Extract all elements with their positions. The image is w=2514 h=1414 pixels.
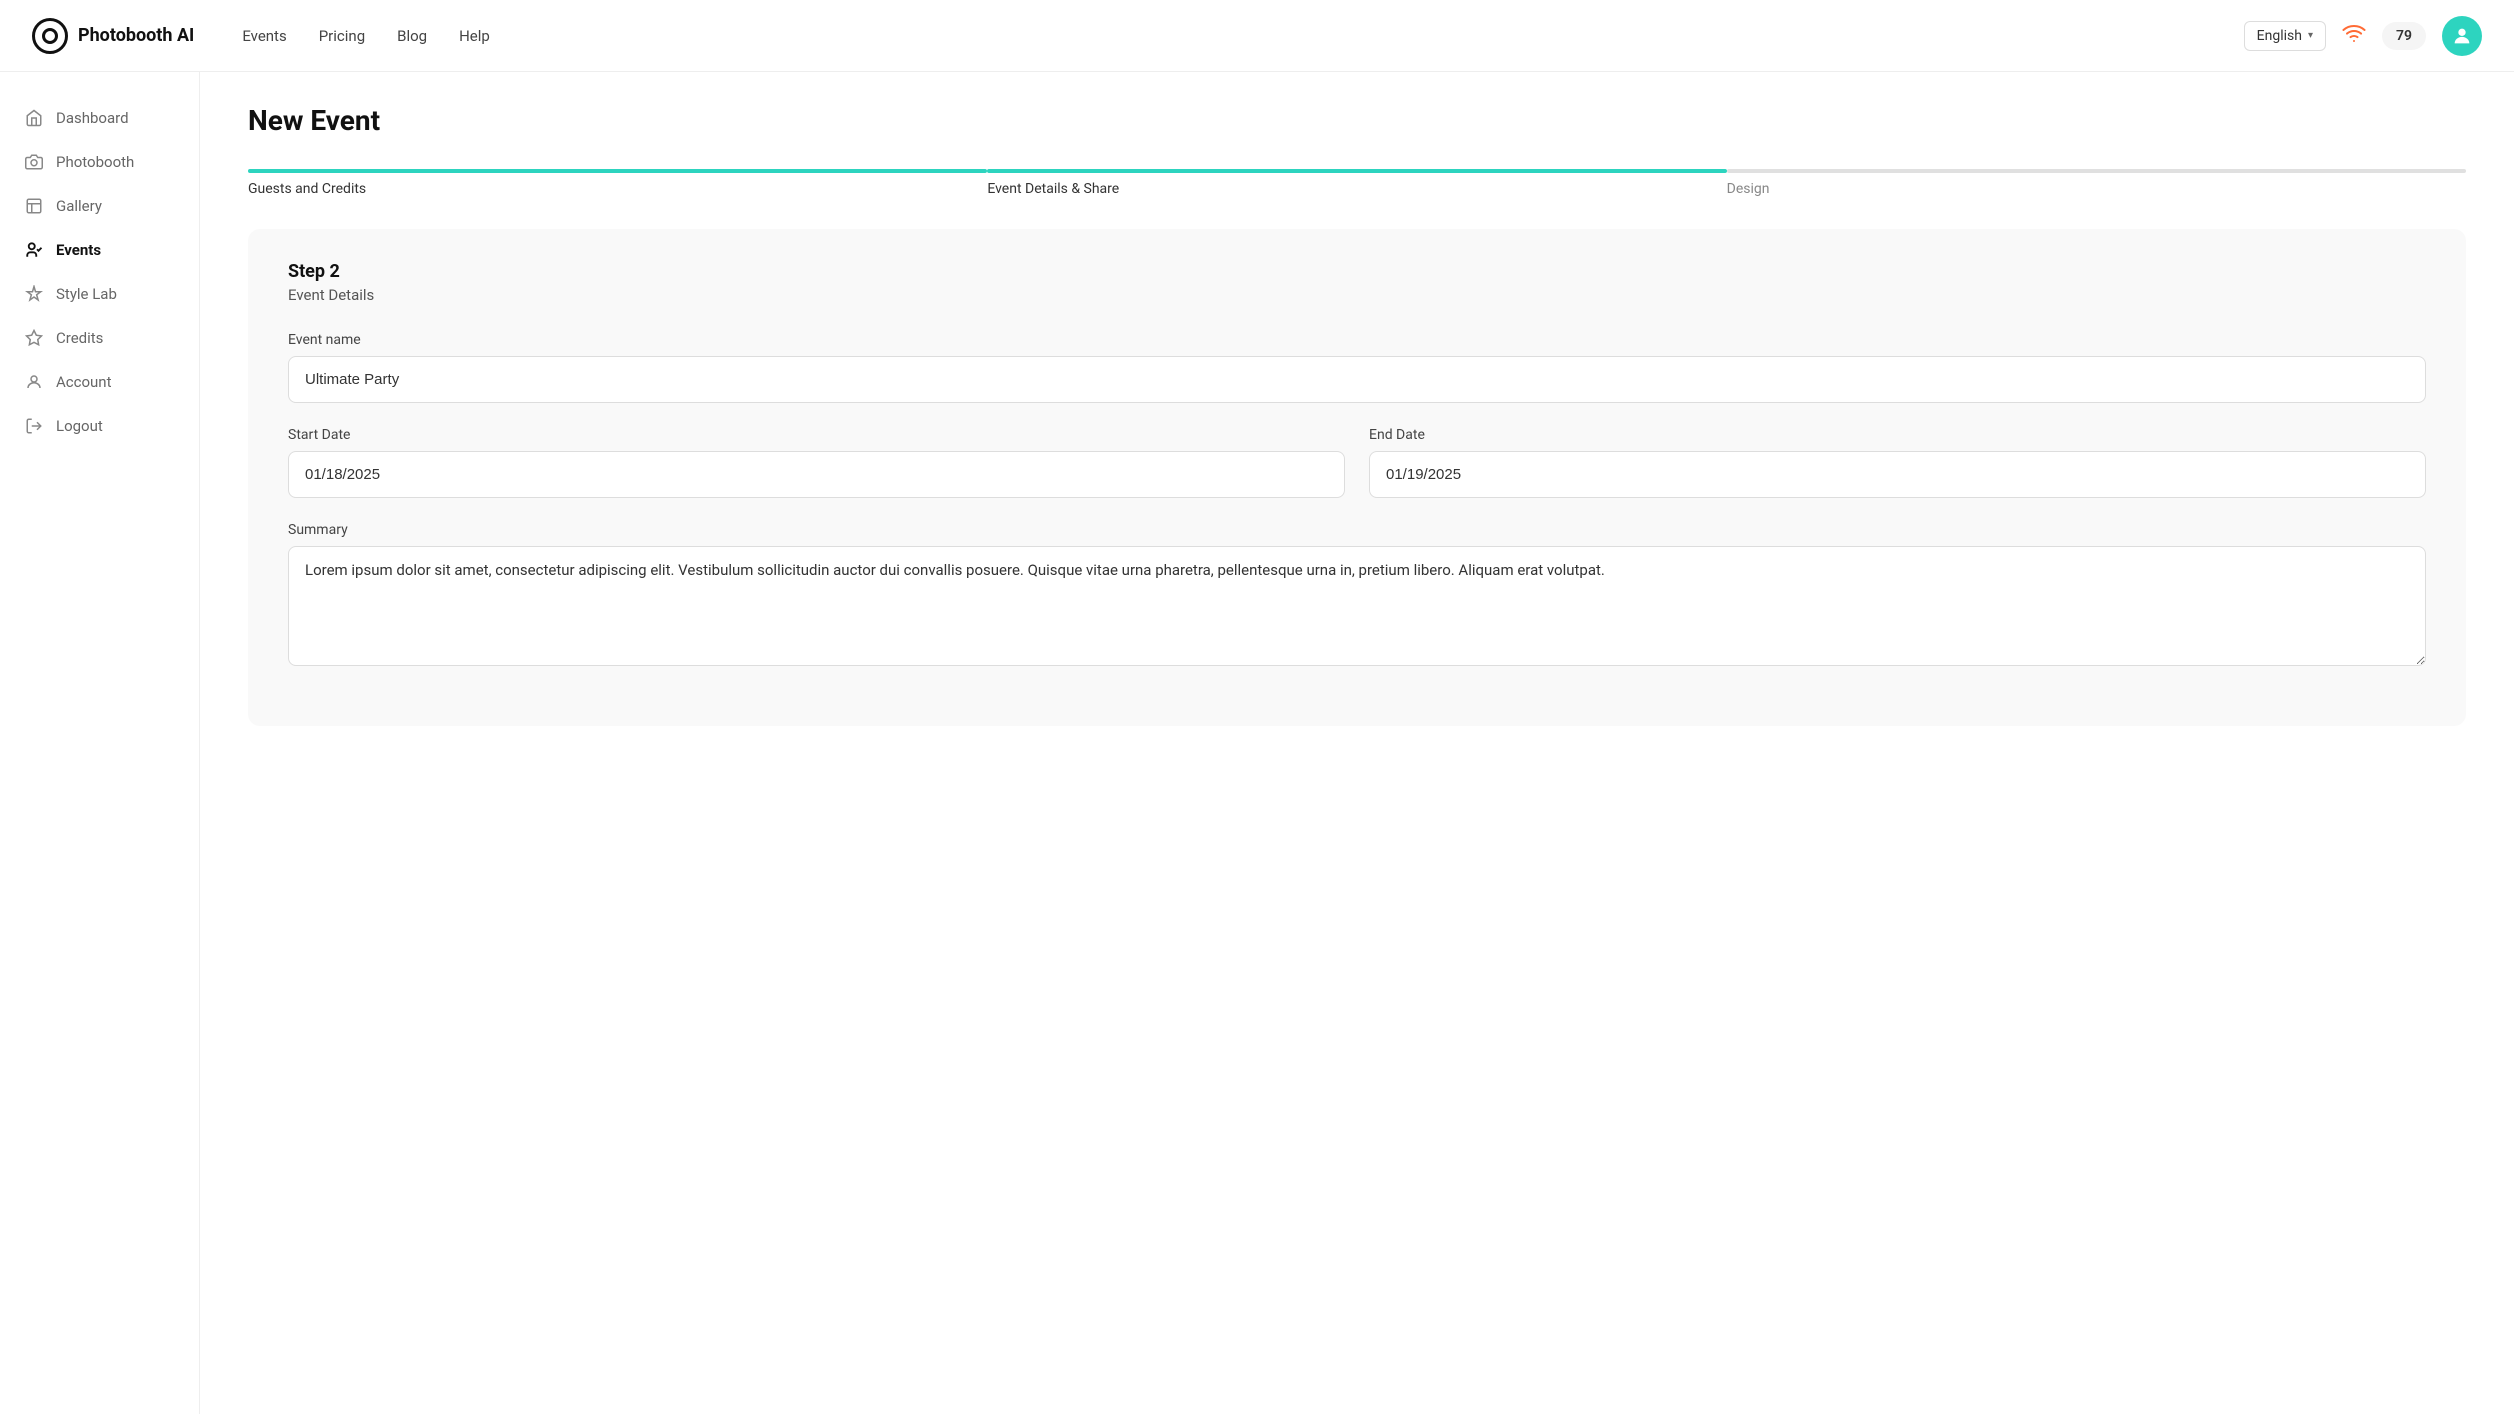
end-date-group: End Date bbox=[1369, 427, 2426, 498]
sidebar-label-logout: Logout bbox=[56, 417, 103, 435]
camera-icon bbox=[24, 152, 44, 172]
sidebar-item-credits[interactable]: Credits bbox=[0, 316, 199, 360]
end-date-label: End Date bbox=[1369, 427, 2426, 443]
sidebar-item-stylelab[interactable]: Style Lab bbox=[0, 272, 199, 316]
logo-inner-circle bbox=[42, 28, 58, 44]
sidebar-label-account: Account bbox=[56, 373, 112, 391]
step-3-bar bbox=[1727, 169, 2466, 173]
form-section: Step 2 Event Details Event name Start Da… bbox=[248, 229, 2466, 726]
sidebar-label-events: Events bbox=[56, 241, 101, 259]
event-name-group: Event name bbox=[288, 332, 2426, 403]
page-title: New Event bbox=[248, 104, 2466, 137]
logo-text: Photobooth AI bbox=[78, 25, 194, 46]
end-date-input[interactable] bbox=[1369, 451, 2426, 498]
summary-group: Summary bbox=[288, 522, 2426, 670]
credits-count: 79 bbox=[2396, 28, 2412, 44]
sidebar-item-events[interactable]: Events bbox=[0, 228, 199, 272]
start-date-label: Start Date bbox=[288, 427, 1345, 443]
credits-badge[interactable]: 79 bbox=[2382, 22, 2426, 50]
step-1-label: Guests and Credits bbox=[248, 181, 987, 197]
summary-textarea[interactable] bbox=[288, 546, 2426, 666]
sidebar-label-dashboard: Dashboard bbox=[56, 109, 129, 127]
start-date-input[interactable] bbox=[288, 451, 1345, 498]
gallery-icon bbox=[24, 196, 44, 216]
sidebar-label-gallery: Gallery bbox=[56, 197, 102, 215]
language-selector[interactable]: English ▾ bbox=[2244, 21, 2326, 51]
sidebar-item-dashboard[interactable]: Dashboard bbox=[0, 96, 199, 140]
step-sub: Event Details bbox=[288, 286, 2426, 304]
sidebar-label-stylelab: Style Lab bbox=[56, 285, 117, 303]
header-actions: English ▾ 79 bbox=[2244, 16, 2482, 56]
step-2-bar bbox=[987, 169, 1726, 173]
credits-icon bbox=[24, 328, 44, 348]
step-3-label: Design bbox=[1727, 181, 2466, 197]
start-date-group: Start Date bbox=[288, 427, 1345, 498]
user-avatar[interactable] bbox=[2442, 16, 2482, 56]
app-layout: Dashboard Photobooth Gallery bbox=[0, 72, 2514, 1414]
sidebar-label-credits: Credits bbox=[56, 329, 103, 347]
date-row: Start Date End Date bbox=[288, 427, 2426, 522]
nav-pricing[interactable]: Pricing bbox=[319, 27, 365, 45]
step-1[interactable]: Guests and Credits bbox=[248, 169, 987, 197]
sidebar-item-logout[interactable]: Logout bbox=[0, 404, 199, 448]
chevron-down-icon: ▾ bbox=[2308, 30, 2313, 41]
logout-icon bbox=[24, 416, 44, 436]
nav-help[interactable]: Help bbox=[459, 27, 490, 45]
step-3[interactable]: Design bbox=[1727, 169, 2466, 197]
step-1-bar bbox=[248, 169, 987, 173]
stylelab-icon bbox=[24, 284, 44, 304]
nav-blog[interactable]: Blog bbox=[397, 27, 427, 45]
home-icon bbox=[24, 108, 44, 128]
sidebar: Dashboard Photobooth Gallery bbox=[0, 72, 200, 1414]
sidebar-item-gallery[interactable]: Gallery bbox=[0, 184, 199, 228]
header: Photobooth AI Events Pricing Blog Help E… bbox=[0, 0, 2514, 72]
step-2[interactable]: Event Details & Share bbox=[987, 169, 1726, 197]
events-icon bbox=[24, 240, 44, 260]
main-content: New Event Guests and Credits Event Detai… bbox=[200, 72, 2514, 1414]
nav-events[interactable]: Events bbox=[242, 27, 286, 45]
main-nav: Events Pricing Blog Help bbox=[242, 27, 2243, 45]
logo-icon bbox=[32, 18, 68, 54]
account-icon bbox=[24, 372, 44, 392]
sidebar-item-account[interactable]: Account bbox=[0, 360, 199, 404]
step-2-label: Event Details & Share bbox=[987, 181, 1726, 197]
wifi-icon[interactable] bbox=[2342, 21, 2366, 50]
event-name-input[interactable] bbox=[288, 356, 2426, 403]
step-heading: Step 2 bbox=[288, 261, 2426, 282]
summary-label: Summary bbox=[288, 522, 2426, 538]
logo[interactable]: Photobooth AI bbox=[32, 18, 194, 54]
steps-container: Guests and Credits Event Details & Share… bbox=[248, 169, 2466, 197]
sidebar-label-photobooth: Photobooth bbox=[56, 153, 134, 171]
language-label: English bbox=[2257, 28, 2302, 44]
sidebar-item-photobooth[interactable]: Photobooth bbox=[0, 140, 199, 184]
event-name-label: Event name bbox=[288, 332, 2426, 348]
